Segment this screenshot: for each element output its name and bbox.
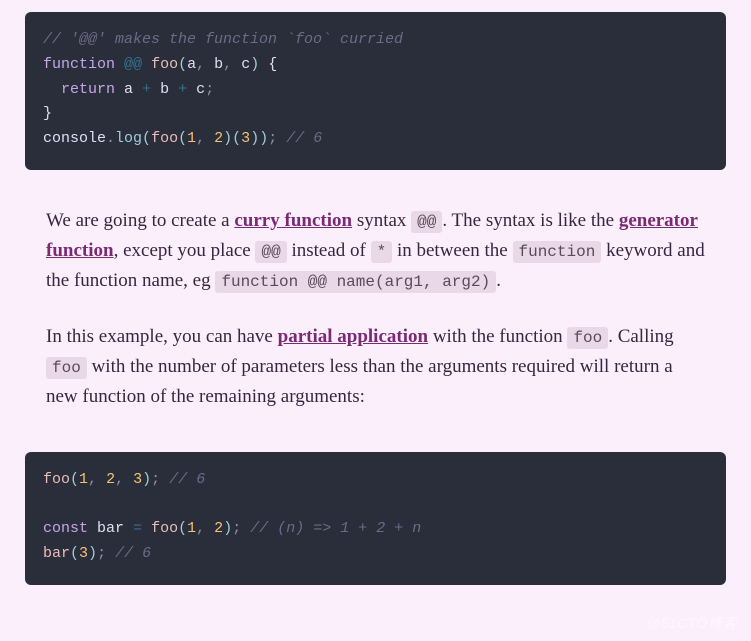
text: We are going to create a [46,210,234,231]
code-line: function @@ foo(a, b, c) { [43,53,708,78]
article-container: // '@@' makes the function `foo` curried… [0,12,751,585]
inline-code-foo: foo [46,357,87,379]
code-line: console.log(foo(1, 2)(3)); // 6 [43,127,708,152]
code-block-curried-definition: // '@@' makes the function `foo` curried… [25,12,726,170]
tok-paren: ) [250,56,259,73]
tok-operator: @@ [124,56,142,73]
text: In this example, you can have [46,326,278,347]
tok-call: foo [151,520,178,537]
tok-number: 3 [241,130,250,147]
tok-param: c [241,56,250,73]
link-curry-function[interactable]: curry function [234,210,352,231]
tok-number: 3 [79,545,88,562]
tok-paren: ( [70,545,79,562]
text: . [496,270,501,291]
tok-number: 1 [187,130,196,147]
tok-ident: a [124,81,133,98]
tok-semi: ; [232,520,241,537]
tok-brace: } [43,105,52,122]
inline-code-atat: @@ [411,211,442,233]
tok-comma: , [115,471,124,488]
code-comment: // 6 [286,130,322,147]
text: with the function [428,326,567,347]
link-partial-application[interactable]: partial application [278,326,428,347]
tok-number: 1 [187,520,196,537]
text: . The syntax is like the [442,210,618,231]
tok-comma: , [196,56,205,73]
tok-paren: ) [142,471,151,488]
tok-comma: , [88,471,97,488]
tok-keyword-return: return [61,81,115,98]
tok-semi: ; [97,545,106,562]
inline-code-signature: function @@ name(arg1, arg2) [215,271,496,293]
code-comment: // (n) => 1 + 2 + n [250,520,421,537]
text: instead of [287,240,371,261]
code-comment: // 6 [169,471,205,488]
tok-comma: , [196,520,205,537]
text: syntax [352,210,411,231]
inline-code-foo: foo [567,327,608,349]
code-line: foo(1, 2, 3); // 6 [43,468,708,493]
tok-semi: ; [151,471,160,488]
tok-function-name: foo [151,56,178,73]
tok-paren: ( [142,130,151,147]
tok-dot: . [106,130,115,147]
text: with the number of parameters less than … [46,356,673,407]
tok-call: foo [151,130,178,147]
tok-ident: b [160,81,169,98]
paragraph: We are going to create a curry function … [46,206,705,296]
tok-call: bar [43,545,70,562]
tok-semi: ; [268,130,277,147]
code-line: const bar = foo(1, 2); // (n) => 1 + 2 +… [43,517,708,542]
text: in between the [392,240,512,261]
tok-number: 2 [214,130,223,147]
code-comment: // '@@' makes the function `foo` curried [43,31,403,48]
tok-number: 1 [79,471,88,488]
tok-plus: + [142,81,151,98]
code-line [43,493,708,518]
tok-paren: ( [178,130,187,147]
tok-comma: , [196,130,205,147]
tok-number: 2 [214,520,223,537]
code-line: return a + b + c; [43,78,708,103]
tok-plus: + [178,81,187,98]
tok-ident: c [196,81,205,98]
tok-paren: ) [88,545,97,562]
tok-paren: ( [178,56,187,73]
tok-paren: ) [223,520,232,537]
text: , except you place [114,240,256,261]
tok-paren: )( [223,130,241,147]
code-comment: // 6 [115,545,151,562]
tok-paren: )) [250,130,268,147]
tok-equals: = [133,520,142,537]
tok-number: 3 [133,471,142,488]
code-line: } [43,102,708,127]
tok-call: foo [43,471,70,488]
tok-semi: ; [205,81,214,98]
tok-ident: bar [97,520,124,537]
tok-paren: ( [178,520,187,537]
tok-console: console [43,130,106,147]
paragraph: In this example, you can have partial ap… [46,322,705,412]
tok-keyword-function: function [43,56,115,73]
inline-code-atat: @@ [255,241,286,263]
tok-number: 2 [106,471,115,488]
article-body: We are going to create a curry function … [0,188,751,446]
tok-keyword-const: const [43,520,88,537]
inline-code-function: function [513,241,602,263]
tok-brace: { [268,56,277,73]
tok-param: a [187,56,196,73]
code-block-partial-application: foo(1, 2, 3); // 6 const bar = foo(1, 2)… [25,452,726,585]
tok-comma: , [223,56,232,73]
watermark: @51CTO博客 [646,613,737,633]
code-line: bar(3); // 6 [43,542,708,567]
code-line: // '@@' makes the function `foo` curried [43,28,708,53]
tok-log: log [115,130,142,147]
tok-param: b [214,56,223,73]
text: . Calling [608,326,673,347]
tok-paren: ( [70,471,79,488]
inline-code-star: * [371,241,393,263]
